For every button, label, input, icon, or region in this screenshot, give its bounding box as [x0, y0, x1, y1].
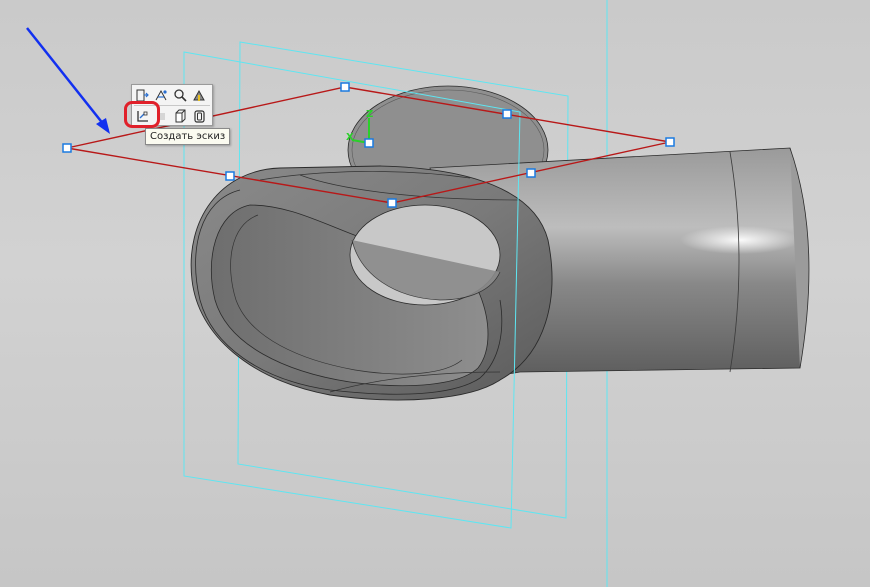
shell-icon[interactable]	[190, 107, 209, 126]
zoom-icon[interactable]	[171, 86, 190, 105]
plane-handle[interactable]	[665, 137, 675, 147]
plane-handle[interactable]	[340, 82, 350, 92]
triad-z-label: Z	[366, 109, 373, 120]
plane-handle[interactable]	[387, 198, 397, 208]
triad-x-label: X	[346, 132, 354, 143]
plane-handle[interactable]	[526, 168, 536, 178]
extrude-icon[interactable]	[171, 107, 190, 126]
plane-handle[interactable]	[225, 171, 235, 181]
create-sketch-tooltip: Создать эскиз	[145, 128, 231, 145]
plane-handle[interactable]	[62, 143, 72, 153]
hide-show-icon[interactable]	[190, 86, 209, 105]
create-sketch-highlight	[124, 101, 160, 128]
plane-handle[interactable]	[502, 109, 512, 119]
3d-viewport[interactable]: Z X Создать эскиз	[0, 0, 870, 587]
annotation-arrow	[26, 27, 110, 134]
tube-shine	[680, 226, 800, 254]
